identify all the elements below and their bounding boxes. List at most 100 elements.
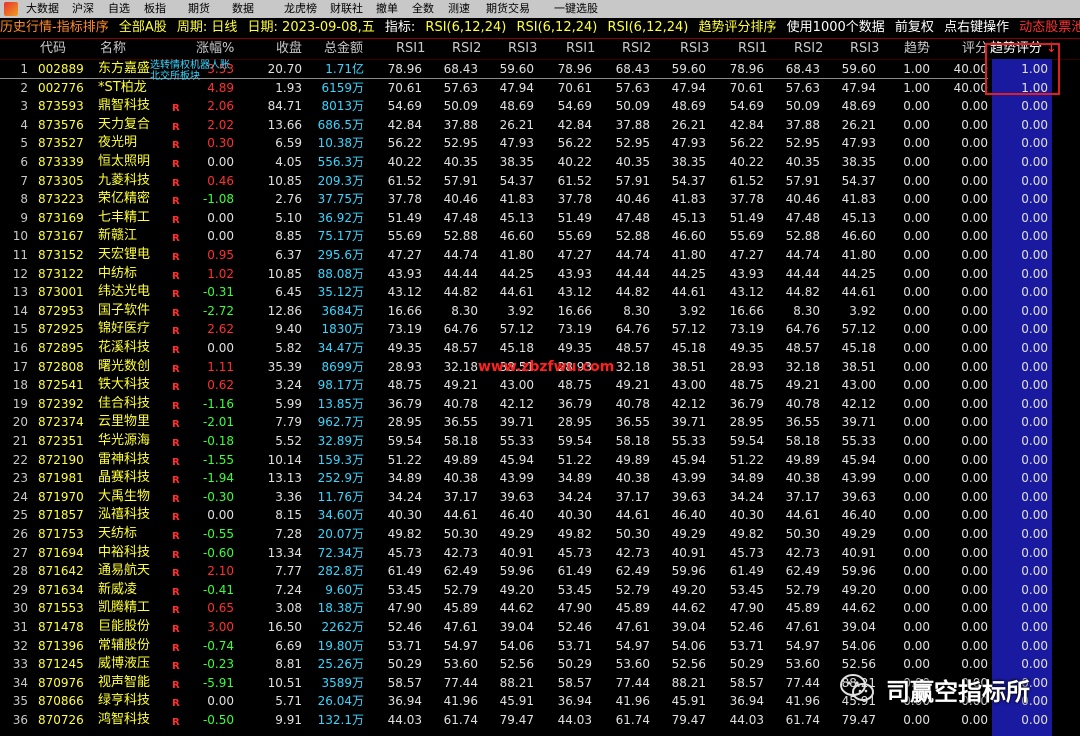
rsi-value: 44.74: [785, 248, 820, 262]
header-rsi1-b[interactable]: RSI1: [566, 39, 595, 59]
menu-item[interactable]: 沪深: [72, 0, 94, 18]
header-rsi2-c[interactable]: RSI2: [794, 39, 823, 59]
stock-code: 871478: [38, 620, 84, 634]
table-row[interactable]: 12 873122 中纺标 R 1.02 10.85 88.08万 43.93 44.44 44.…: [0, 265, 1080, 284]
header-trend[interactable]: 趋势: [904, 39, 930, 59]
header-rsi3[interactable]: RSI3: [508, 39, 537, 59]
score-value: 0.00: [961, 303, 988, 318]
stock-code: 872895: [38, 341, 84, 355]
table-row[interactable]: 21 872351 华光源海 R -0.18 5.52 32.89万 59.54 58.18 55…: [0, 432, 1080, 451]
menu-item[interactable]: 期货: [188, 0, 210, 18]
table-row[interactable]: 3 873593 鼎智科技 R 2.06 84.71 8013万 54.69 50.09 48.6…: [0, 97, 1080, 116]
change-pct: 2.10: [207, 564, 234, 579]
table-row[interactable]: 15 872925 锦好医疗 R 2.62 9.40 1830万 73.19 64.76 57.1…: [0, 320, 1080, 339]
header-close[interactable]: 收盘: [276, 39, 302, 59]
header-code[interactable]: 代码: [40, 39, 66, 59]
table-row[interactable]: 13 873001 纬达光电 R -0.31 6.45 35.12万 43.12 44.82 44…: [0, 283, 1080, 302]
indicator-3[interactable]: RSI(6,12,24): [607, 20, 688, 35]
period-label[interactable]: 周期: 日线: [177, 20, 238, 35]
table-row[interactable]: 8 873223 荣亿精密 R -1.08 2.76 37.75万 37.78 40.46 41.…: [0, 190, 1080, 209]
stock-name: 凯腾精工: [98, 600, 151, 616]
table-row[interactable]: 31 871478 巨能股份 R 3.00 16.50 2262万 52.46 47.61 39.…: [0, 618, 1080, 637]
sort-mode[interactable]: 趋势评分排序: [699, 20, 777, 35]
table-row[interactable]: 11 873152 天宏锂电 R 0.95 6.37 295.6万 47.27 44.74 41.…: [0, 246, 1080, 265]
stock-name: 天纺标: [98, 526, 138, 541]
table-row[interactable]: 36 870726 鸿智科技 R -0.50 9.91 132.1万 44.03 61.74 79…: [0, 711, 1080, 730]
row-index: 16: [12, 341, 28, 355]
menu-item[interactable]: 全数: [412, 0, 434, 18]
table-row[interactable]: 18 872541 铁大科技 R 0.62 3.24 98.17万 48.75 49.21 43.…: [0, 376, 1080, 395]
table-row[interactable]: 22 872190 雷神科技 R -1.55 10.14 159.3万 51.22 49.89 4…: [0, 451, 1080, 470]
table-row[interactable]: 10 873167 新赣江 R 0.00 8.85 75.17万 55.69 52.88 46.6…: [0, 227, 1080, 246]
table-row[interactable]: 30 871553 凯腾精工 R 0.65 3.08 18.38万 47.90 45.89 44.…: [0, 599, 1080, 618]
stock-name: 九菱科技: [98, 172, 151, 188]
table-row[interactable]: 20 872374 云里物里 R -2.01 7.79 962.7万 28.95 36.55 39…: [0, 413, 1080, 432]
row-index: 36: [12, 713, 28, 727]
table-row[interactable]: 26 871753 天纺标 R -0.55 7.28 20.07万 49.82 50.30 49.…: [0, 525, 1080, 544]
table-row[interactable]: 19 872392 佳合科技 R -1.16 5.99 13.85万 36.79 40.78 42…: [0, 395, 1080, 414]
trend-value: 0.00: [903, 229, 930, 244]
menu-item[interactable]: 板指: [144, 0, 166, 18]
menu-item[interactable]: 大数据: [26, 0, 59, 18]
trend-score-value: 0.00: [1021, 210, 1048, 225]
rsi-value: 39.04: [499, 620, 534, 634]
table-row[interactable]: 4 873576 天力复合 R 2.02 13.66 686.5万 42.84 37.88 26.…: [0, 116, 1080, 135]
header-change[interactable]: 涨幅%: [196, 39, 234, 59]
adjust-mode[interactable]: 前复权: [895, 20, 934, 35]
table-row[interactable]: 24 871970 大禹生物 R -0.30 3.36 11.76万 34.24 37.17 39…: [0, 488, 1080, 507]
stock-code: 870726: [38, 713, 84, 727]
menu-item[interactable]: 龙虎榜: [284, 0, 317, 18]
rsi-value: 38.35: [671, 155, 706, 169]
table-row[interactable]: 6 873339 恒太照明 R 0.00 4.05 556.3万 40.22 40.35 38.3…: [0, 153, 1080, 172]
rsi-value: 39.04: [841, 620, 876, 634]
rsi-value: 37.17: [785, 489, 820, 504]
table-row[interactable]: 28 871642 通易航天 R 2.10 7.77 282.8万 61.49 62.49 59.…: [0, 562, 1080, 581]
table-row[interactable]: 7 873305 九菱科技 R 0.46 10.85 209.3万 61.52 57.91 54.…: [0, 172, 1080, 191]
table-row[interactable]: 9 873169 七丰精工 R 0.00 5.10 36.92万 51.49 47.48 45.1…: [0, 209, 1080, 228]
table-row[interactable]: 14 872953 国子软件 R -2.72 12.86 3684万 16.66 8.30 3.9…: [0, 302, 1080, 321]
header-rsi1[interactable]: RSI1: [396, 39, 425, 59]
all-stocks-filter[interactable]: 全部A股: [119, 20, 167, 35]
menu-item[interactable]: 一键选股: [554, 0, 598, 18]
trend-score-value: 0.00: [1021, 396, 1048, 411]
indicator-1[interactable]: RSI(6,12,24): [425, 20, 506, 35]
table-row[interactable]: 25 871857 泓禧科技 R 0.00 8.15 34.60万 40.30 44.61 46.…: [0, 506, 1080, 525]
header-rsi3-c[interactable]: RSI3: [850, 39, 879, 59]
table-row[interactable]: 33 871245 威博液压 R -0.23 8.81 25.26万 50.29 53.60 52…: [0, 655, 1080, 674]
table-row[interactable]: 32 871396 常辅股份 R -0.74 6.69 19.80万 53.71 54.97 54…: [0, 637, 1080, 656]
header-amount[interactable]: 总金额: [324, 39, 363, 59]
menu-item[interactable]: 数据: [232, 0, 254, 18]
rsi-value: 54.97: [785, 638, 820, 653]
menu-item[interactable]: 期货交易: [486, 0, 530, 18]
menu-item[interactable]: 自选: [108, 0, 130, 18]
rsi-value: 45.89: [443, 601, 478, 616]
table-row[interactable]: 27 871694 中裕科技 R -0.60 13.34 72.34万 45.73 42.73 4…: [0, 544, 1080, 563]
menu-item[interactable]: 撤单: [376, 0, 398, 18]
date-label[interactable]: 日期: 2023-09-08,五: [248, 20, 375, 35]
rsi-value: 59.60: [499, 62, 534, 76]
change-pct: -0.30: [202, 489, 234, 504]
table-row[interactable]: 29 871634 新威凌 R -0.41 7.24 9.60万 53.45 52.79 49.2…: [0, 581, 1080, 600]
stock-code: 871694: [38, 545, 84, 560]
table-row[interactable]: 16 872895 花溪科技 R 0.00 5.82 34.47万 49.35 48.57 45.…: [0, 339, 1080, 358]
trend-score-value: 0.00: [1021, 638, 1048, 653]
rsi-value: 40.30: [387, 508, 422, 523]
rsi-value: 36.55: [443, 415, 478, 430]
header-rsi1-c[interactable]: RSI1: [738, 39, 767, 59]
rsi-value: 47.61: [443, 620, 478, 634]
header-rsi2-b[interactable]: RSI2: [622, 39, 651, 59]
menu-item[interactable]: 测速: [448, 0, 470, 18]
stock-code: 871245: [38, 657, 84, 672]
menu-item[interactable]: 财联社: [330, 0, 363, 18]
close-price: 7.28: [275, 527, 302, 541]
table-row[interactable]: 5 873527 夜光明 R 0.30 6.59 10.38万 56.22 52.95 47.93…: [0, 134, 1080, 153]
rsi-value: 26.21: [671, 117, 706, 132]
header-name[interactable]: 名称: [100, 39, 126, 59]
indicator-2[interactable]: RSI(6,12,24): [516, 20, 597, 35]
header-rsi2[interactable]: RSI2: [452, 39, 481, 59]
close-price: 6.59: [275, 136, 302, 151]
header-rsi3-b[interactable]: RSI3: [680, 39, 709, 59]
rsi-value: 58.18: [443, 434, 478, 448]
dynamic-pool-link[interactable]: 动态股票池: [1019, 20, 1080, 35]
table-row[interactable]: 23 871981 晶赛科技 R -1.94 13.13 252.9万 34.89 40.38 4…: [0, 469, 1080, 488]
